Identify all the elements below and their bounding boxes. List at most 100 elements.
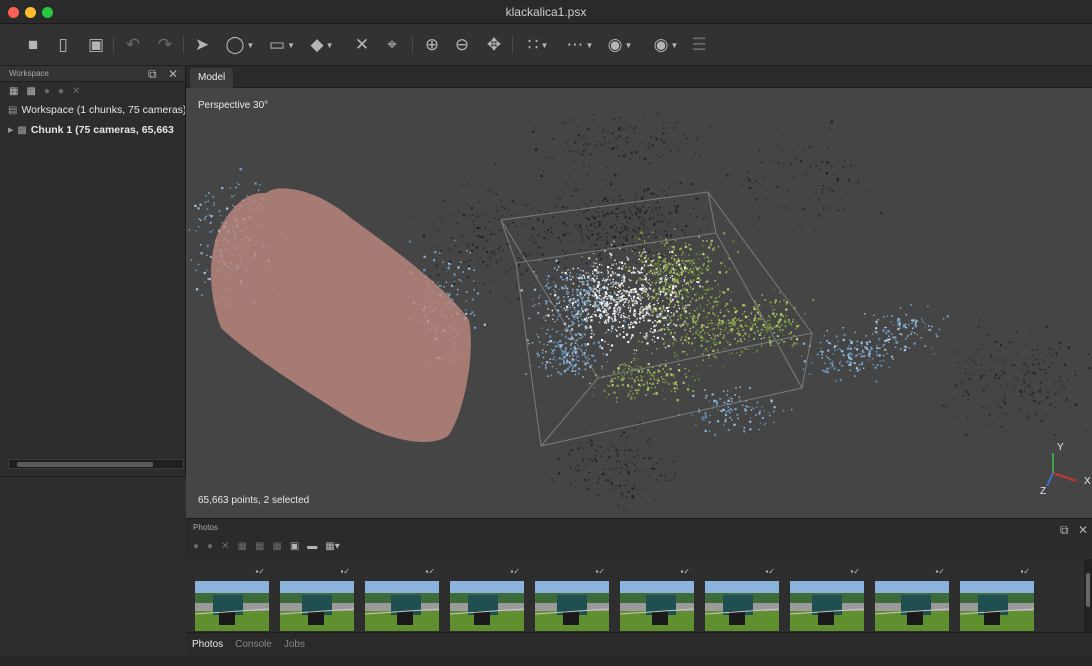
workspace-horizontal-scrollbar[interactable] <box>8 459 184 469</box>
cloud-point <box>880 364 883 367</box>
cloud-point <box>802 368 804 370</box>
cloud-point <box>819 341 822 344</box>
cloud-point <box>213 202 215 204</box>
new-file-icon[interactable]: ■ <box>22 34 44 56</box>
undock-icon[interactable]: ⧉ <box>148 67 157 82</box>
cloud-point <box>764 188 766 191</box>
undock-photos-icon[interactable]: ⧉ <box>1060 521 1069 539</box>
model-viewport[interactable]: Y X Z Perspective 30° 65,663 points, 2 s… <box>186 88 1092 518</box>
cloud-point <box>557 343 559 346</box>
cloud-point <box>257 189 260 191</box>
photo-thumbnail[interactable]: ▪✓ <box>535 567 609 633</box>
enable-camera-icon[interactable]: ● <box>193 541 199 552</box>
cloud-point <box>532 227 535 230</box>
cloud-point <box>756 351 758 353</box>
tab-jobs[interactable]: Jobs <box>284 639 305 650</box>
undo-icon[interactable]: ↶ <box>122 34 144 56</box>
cloud-point <box>634 225 636 227</box>
workspace-root-item[interactable]: ▤ Workspace (1 chunks, 75 cameras) <box>0 100 185 120</box>
cloud-point <box>588 291 590 293</box>
cloud-point <box>623 298 626 300</box>
cloud-point <box>451 237 453 239</box>
cloud-point <box>581 323 583 326</box>
mesh-shading-icon[interactable]: ◉ ▼ <box>602 34 638 56</box>
remove-icon[interactable]: ✕ <box>72 86 80 97</box>
cloud-point <box>568 444 571 446</box>
select-pointer-icon[interactable]: ➤ <box>192 34 212 56</box>
tab-model[interactable]: Model <box>190 68 234 88</box>
cloud-point <box>741 340 743 343</box>
cloud-point <box>747 176 749 179</box>
photo-thumbnail[interactable]: ▪✓ <box>195 567 269 633</box>
cloud-point <box>483 247 485 249</box>
tab-photos[interactable]: Photos <box>192 639 223 650</box>
remove-camera-icon[interactable]: ✕ <box>221 541 229 552</box>
camera-icon[interactable]: ◉ ▼ <box>648 34 684 56</box>
point-cloud-icon[interactable]: ∷ ▼ <box>520 34 556 56</box>
cloud-point <box>633 470 636 473</box>
cloud-point <box>457 288 459 291</box>
lasso-select-icon[interactable]: ◯ ▼ <box>222 34 258 56</box>
cloud-point <box>632 497 635 499</box>
dense-cloud-icon[interactable]: ⋯ ▼ <box>562 34 598 56</box>
delete-icon[interactable]: ✕ <box>352 34 372 56</box>
photo-thumbnail[interactable]: ▪✓ <box>620 567 694 633</box>
cloud-point <box>473 314 475 316</box>
cloud-point <box>603 468 606 470</box>
rotate-left-icon[interactable]: ▦ <box>237 541 246 552</box>
photo-thumbnail[interactable]: ▪✓ <box>705 567 779 633</box>
chunk-item[interactable]: ▶ ▩ Chunk 1 (75 cameras, 65,663 <box>0 120 185 140</box>
tab-console[interactable]: Console <box>235 639 272 650</box>
cloud-point <box>775 129 778 132</box>
zoom-in-icon[interactable]: ⊕ <box>422 34 442 56</box>
cloud-point <box>559 122 561 124</box>
view-mode-icon[interactable]: ▬ <box>307 541 317 552</box>
navigate-icon[interactable]: ✥ <box>482 34 506 56</box>
rotate-right-icon[interactable]: ▦ <box>255 541 264 552</box>
close-panel-icon[interactable]: ✕ <box>168 67 178 82</box>
cloud-point <box>574 370 577 372</box>
cloud-point <box>788 319 790 321</box>
photo-thumbnail[interactable]: ▪✓ <box>960 567 1034 633</box>
disable-icon[interactable]: ● <box>58 86 64 97</box>
cloud-point <box>543 343 545 346</box>
cloud-point <box>673 355 676 358</box>
photos-vertical-scrollbar[interactable] <box>1084 559 1092 633</box>
cloud-point <box>691 183 694 186</box>
layers-icon[interactable]: ☰ <box>688 34 710 56</box>
draw-shape-icon[interactable]: ▭ ▼ <box>264 34 300 56</box>
cloud-point <box>718 341 721 344</box>
cloud-point <box>188 229 190 231</box>
add-chunk-icon[interactable]: ▦ <box>9 86 18 97</box>
cloud-point <box>656 194 659 197</box>
cloud-point <box>1001 399 1004 402</box>
redo-icon[interactable]: ↷ <box>154 34 176 56</box>
cloud-point <box>720 309 722 311</box>
cloud-point <box>563 362 566 365</box>
save-icon[interactable]: ▣ <box>85 34 107 56</box>
cloud-point <box>821 350 824 353</box>
cloud-point <box>674 290 676 293</box>
photo-thumbnail[interactable]: ▪✓ <box>790 567 864 633</box>
open-folder-icon[interactable]: ▯ <box>52 34 74 56</box>
enable-icon[interactable]: ● <box>44 86 50 97</box>
photo-thumbnail[interactable]: ▪✓ <box>450 567 524 633</box>
expand-arrow-icon[interactable]: ▶ <box>8 126 13 134</box>
close-photos-icon[interactable]: ✕ <box>1078 521 1088 539</box>
cloud-point <box>647 146 649 148</box>
crop-icon[interactable]: ⌖ <box>382 34 402 56</box>
photo-thumbnail[interactable]: ▪✓ <box>280 567 354 633</box>
resize-region-icon[interactable]: ◆ ▼ <box>304 34 340 56</box>
grid-view-icon[interactable]: ▦▾ <box>325 541 339 552</box>
photo-thumbnail[interactable]: ▪✓ <box>875 567 949 633</box>
photo-thumbnail[interactable]: ▪✓ <box>365 567 439 633</box>
mask-icon[interactable]: ▦ <box>272 541 281 552</box>
add-photos-icon[interactable]: ▩ <box>26 86 35 97</box>
cloud-point <box>625 298 628 301</box>
filter-icon[interactable]: ▣ <box>290 541 299 552</box>
cloud-point <box>829 187 831 190</box>
disable-camera-icon[interactable]: ● <box>207 541 213 552</box>
zoom-out-icon[interactable]: ⊖ <box>452 34 472 56</box>
bottom-tabs: Photos Console Jobs <box>186 632 1092 656</box>
cloud-point <box>726 174 729 177</box>
